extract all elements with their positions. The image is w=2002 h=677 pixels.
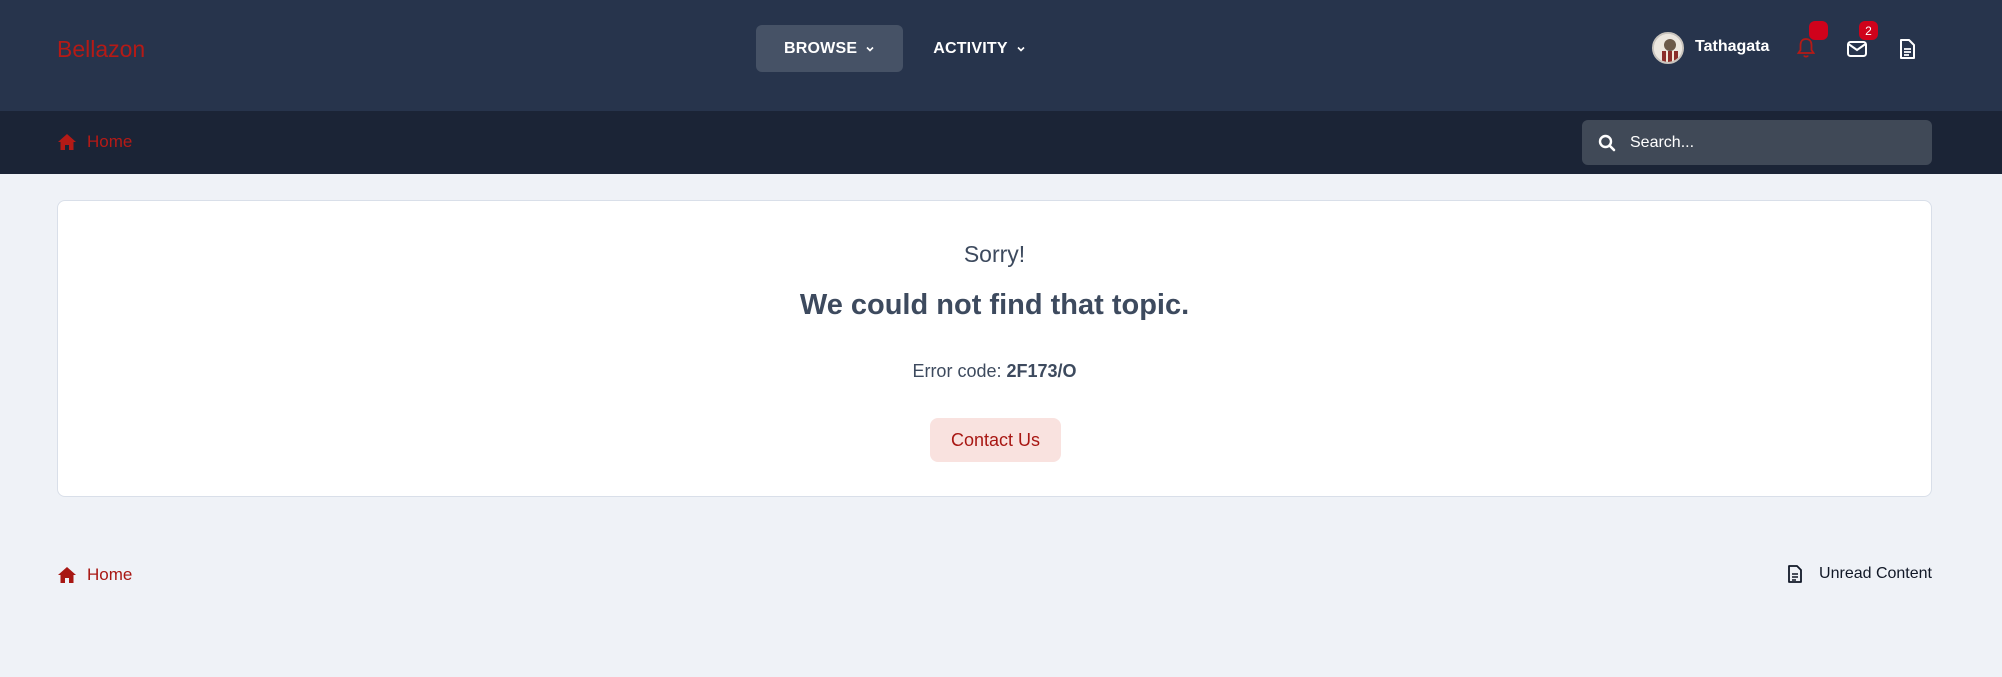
nav-activity[interactable]: ACTIVITY xyxy=(905,25,1054,72)
error-code-value: 2F173/O xyxy=(1006,361,1077,381)
home-icon xyxy=(58,134,76,150)
nav-browse-label: BROWSE xyxy=(784,39,858,57)
user-avatar[interactable] xyxy=(1652,32,1684,64)
nav-browse[interactable]: BROWSE xyxy=(756,25,904,72)
search-input[interactable] xyxy=(1630,133,1910,152)
error-title: Sorry! xyxy=(963,241,1026,267)
breadcrumb-home[interactable]: Home xyxy=(57,132,132,152)
footer-breadcrumb-home[interactable]: Home xyxy=(57,565,132,585)
messages-badge: 2 xyxy=(1859,21,1878,40)
chevron-down-icon xyxy=(1017,46,1025,52)
search-box[interactable] xyxy=(1582,120,1932,165)
username[interactable]: Tathagata xyxy=(1695,38,1769,56)
chevron-down-icon xyxy=(866,46,874,52)
document-icon[interactable] xyxy=(1895,37,1919,61)
home-icon xyxy=(58,567,76,583)
error-message: We could not find that topic. xyxy=(799,289,1190,321)
site-logo[interactable]: Bellazon xyxy=(57,36,145,63)
main-nav: BROWSE ACTIVITY xyxy=(756,25,1056,72)
document-icon xyxy=(1788,565,1802,583)
footer-breadcrumb-label: Home xyxy=(87,565,133,584)
error-code-line: Error code: 2F173/O xyxy=(58,361,1931,382)
search-icon xyxy=(1598,134,1616,151)
nav-activity-label: ACTIVITY xyxy=(933,39,1008,57)
mail-icon[interactable] xyxy=(1845,37,1869,61)
notification-badge xyxy=(1809,21,1828,40)
contact-us-button[interactable]: Contact Us xyxy=(930,418,1061,462)
unread-content-label: Unread Content xyxy=(1819,565,1932,582)
error-code-label: Error code: xyxy=(912,361,1002,381)
breadcrumb-label: Home xyxy=(87,132,133,151)
error-card: Sorry! We could not find that topic. Err… xyxy=(57,200,1932,497)
unread-content-link[interactable]: Unread Content xyxy=(1787,565,1932,583)
